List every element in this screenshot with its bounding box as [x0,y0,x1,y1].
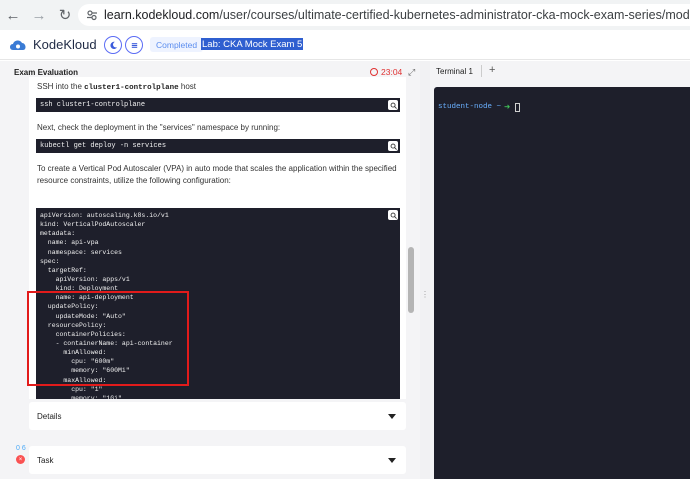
site-info-icon[interactable] [86,8,98,22]
add-terminal-button[interactable]: + [489,64,495,76]
terminal-screen[interactable] [434,87,690,479]
cloud-logo-icon [10,39,26,50]
exam-timer: 23:04 [370,67,402,77]
yaml-line: apiVersion: apps/v1 [40,275,130,283]
clock-icon [370,68,378,76]
lab-title: Lab: CKA Mock Exam 5 [201,38,304,50]
terminal-prompt: student-node ~ ➜ [438,102,521,112]
fail-icon: × [16,455,25,464]
copy-icon[interactable] [388,141,398,151]
yaml-line: metadata: [40,230,76,238]
yaml-line: kind: VerticalPodAutoscaler [40,221,146,229]
theme-toggle-button[interactable] [104,36,122,54]
list-icon [131,42,137,48]
menu-button[interactable] [125,36,143,54]
score-count: 0 6 [16,445,26,452]
tab-divider [481,65,482,77]
highlight-annotation [27,291,189,386]
yaml-line: name: api-vpa [40,239,99,247]
yaml-line: targetRef: [40,266,87,274]
yaml-line: apiVersion: autoscaling.k8s.io/v1 [40,212,169,219]
kodekloud-logo[interactable]: KodeKloud [8,37,97,52]
caret-down-icon [388,457,396,463]
tab-terminal-1[interactable]: Terminal 1 [436,67,473,76]
caret-down-icon [388,413,396,419]
url-text: learn.kodekloud.com/user/courses/ultimat… [104,8,690,22]
ssh-instruction: SSH into the cluster1-controlplane host [37,82,196,92]
status-badge: Completed [150,37,204,52]
forward-icon[interactable]: → [26,0,52,30]
yaml-line: cpu: "1" [40,385,103,393]
copy-icon[interactable] [388,100,398,110]
back-icon[interactable]: ← [0,0,26,30]
copy-icon[interactable] [388,210,398,220]
panel-title: Exam Evaluation [14,68,79,77]
yaml-line: namespace: services [40,248,122,256]
check-instruction: Next, check the deployment in the "servi… [37,123,281,132]
panel-splitter[interactable] [420,61,430,479]
scrollbar-thumb[interactable] [408,247,414,313]
details-accordion[interactable]: Details [29,402,406,430]
reload-icon[interactable]: ↻ [52,0,78,30]
task-accordion[interactable]: Task [29,446,406,474]
drag-handle-icon[interactable]: ⋮ [421,290,429,299]
yaml-line: spec: [40,257,60,265]
terminal-cursor [515,102,521,112]
yaml-line: memory: "1Gi" [40,394,122,399]
ssh-command-block: ssh cluster1-controlplane [36,98,400,112]
address-bar[interactable]: learn.kodekloud.com/user/courses/ultimat… [78,4,690,26]
kubectl-command-block: kubectl get deploy -n services [36,139,400,153]
moon-icon [109,41,117,49]
expand-icon[interactable]: ⤢ [408,67,415,78]
vpa-instruction: To create a Vertical Pod Autoscaler (VPA… [37,164,397,185]
